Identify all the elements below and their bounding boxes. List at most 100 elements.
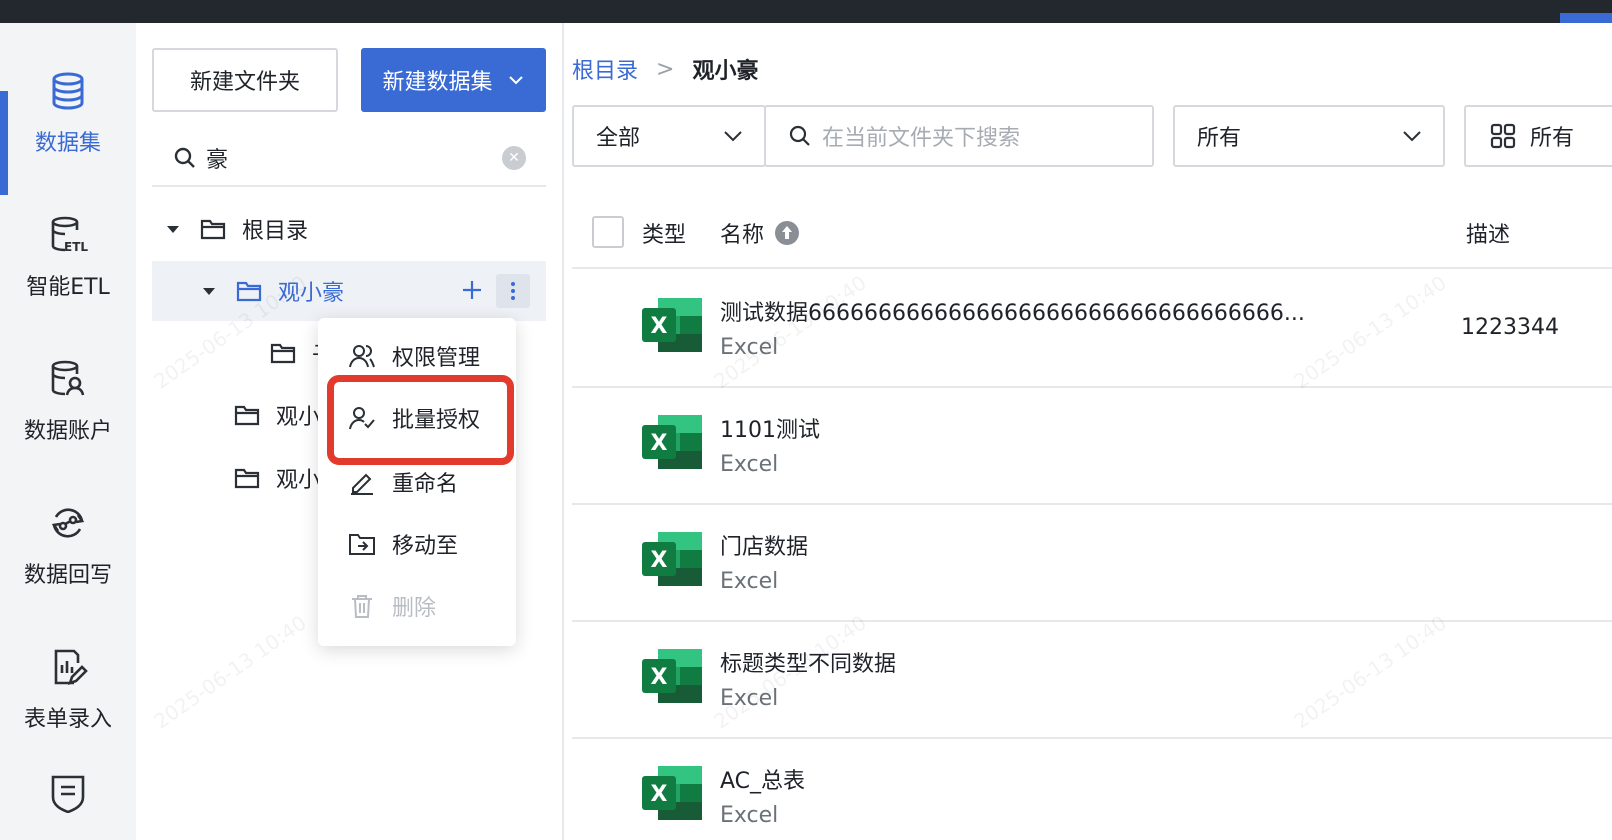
column-header-type[interactable]: 类型 <box>642 217 686 249</box>
dataset-name[interactable]: 门店数据 <box>720 529 1360 561</box>
user-check-icon <box>349 407 375 430</box>
nav-item-label: 数据回写 <box>23 563 112 588</box>
menu-item-label: 删除 <box>392 596 437 621</box>
table-row[interactable]: X AC_总表 Excel <box>572 739 1612 840</box>
tree-search-value: 豪 <box>206 148 229 173</box>
chevron-down-icon <box>508 76 523 85</box>
nav-item-data-account[interactable]: 数据账户 <box>0 341 136 461</box>
tree-search-input[interactable]: 豪 ✕ <box>152 131 546 187</box>
table-row[interactable]: X 测试数据6666666666666666666666666666666666.… <box>572 271 1612 388</box>
excel-file-icon: X <box>642 415 702 469</box>
edit-icon <box>351 473 373 495</box>
excel-file-icon: X <box>642 649 702 703</box>
nav-item-shield[interactable] <box>0 743 136 840</box>
nav-item-etl[interactable]: ETL 智能ETL <box>0 197 136 317</box>
etl-icon: ETL <box>46 213 90 257</box>
dataset-name[interactable]: 1101测试 <box>720 412 1360 444</box>
data-account-icon <box>46 357 90 401</box>
nav-item-datasets[interactable]: 数据集 <box>0 53 136 173</box>
tree-node-selected[interactable]: 观小豪 <box>152 261 546 321</box>
svg-text:X: X <box>651 665 668 690</box>
caret-down-icon[interactable] <box>202 284 216 298</box>
shield-doc-icon <box>46 771 90 815</box>
menu-item-permissions[interactable]: 权限管理 <box>318 326 516 386</box>
search-placeholder: 在当前文件夹下搜索 <box>822 126 1021 151</box>
excel-file-icon: X <box>642 298 702 352</box>
table-row[interactable]: X 门店数据 Excel <box>572 505 1612 622</box>
svg-text:X: X <box>651 314 668 339</box>
excel-file-icon: X <box>642 532 702 586</box>
chevron-down-icon <box>1403 131 1421 142</box>
svg-text:X: X <box>651 431 668 456</box>
menu-item-label: 重命名 <box>392 472 459 497</box>
breadcrumb: 根目录 > 观小豪 <box>572 53 758 85</box>
nav-item-label: 数据集 <box>34 131 101 156</box>
dataset-description: 1223344 <box>1461 315 1559 340</box>
dataset-type: Excel <box>720 452 779 477</box>
table-row[interactable]: X 1101测试 Excel <box>572 388 1612 505</box>
dataset-type: Excel <box>720 335 779 360</box>
folder-icon <box>234 468 260 489</box>
folder-icon <box>270 343 296 364</box>
menu-item-label: 批量授权 <box>392 408 481 433</box>
menu-item-move-to[interactable]: 移动至 <box>318 514 516 574</box>
grid-icon <box>1490 123 1516 149</box>
more-actions-button[interactable] <box>496 274 530 308</box>
nav-item-label: 表单录入 <box>23 707 112 732</box>
left-nav-rail: 数据集 ETL 智能ETL 数据账户 数据回写 表单录入 <box>0 23 136 840</box>
data-writeback-icon <box>46 501 90 545</box>
tree-node-root[interactable]: 根目录 <box>152 199 546 259</box>
chevron-down-icon <box>724 131 742 142</box>
menu-item-label: 移动至 <box>392 534 459 559</box>
column-header-description: 描述 <box>1466 223 1511 248</box>
new-dataset-button[interactable]: 新建数据集 <box>361 48 546 112</box>
main-content: 根目录 > 观小豪 全部 在当前文件夹下搜索 所有 所有 类型 名称 描述 X 测… <box>566 23 1612 840</box>
tree-node-label: 观小 <box>276 405 321 430</box>
add-icon[interactable] <box>460 278 484 302</box>
nav-item-data-writeback[interactable]: 数据回写 <box>0 485 136 605</box>
dataset-type: Excel <box>720 686 779 711</box>
nav-item-label: 数据账户 <box>23 419 112 444</box>
dataset-name[interactable]: 标题类型不同数据 <box>720 646 1360 678</box>
tree-node-label: 观小 <box>276 468 321 493</box>
select-all-checkbox[interactable] <box>592 216 624 248</box>
breadcrumb-current: 观小豪 <box>692 59 759 84</box>
folder-icon <box>236 281 262 302</box>
menu-item-rename[interactable]: 重命名 <box>318 452 516 512</box>
owner-filter-select[interactable]: 所有 <box>1173 105 1445 167</box>
dataset-type: Excel <box>720 569 779 594</box>
nav-item-label: 智能ETL <box>26 275 110 300</box>
clear-search-icon[interactable]: ✕ <box>502 146 526 170</box>
tree-node-label: 根目录 <box>242 219 309 244</box>
nav-item-form-entry[interactable]: 表单录入 <box>0 629 136 749</box>
sort-ascending-icon[interactable] <box>774 220 800 246</box>
type-filter-select[interactable]: 全部 <box>572 105 766 167</box>
menu-item-batch-authorize[interactable]: 批量授权 <box>318 388 516 448</box>
breadcrumb-separator: > <box>656 56 675 82</box>
folder-search-input[interactable]: 在当前文件夹下搜索 <box>764 105 1154 167</box>
database-icon <box>46 69 90 113</box>
move-folder-icon <box>349 534 375 555</box>
svg-text:X: X <box>651 548 668 573</box>
more-vertical-icon <box>511 282 515 300</box>
column-header-name-label: 名称 <box>720 223 765 248</box>
owner-filter-value: 所有 <box>1197 126 1242 151</box>
table-header: 类型 名称 描述 <box>572 199 1612 269</box>
trash-icon <box>352 595 372 618</box>
view-filter-select[interactable]: 所有 <box>1464 105 1612 167</box>
top-bar-accent <box>1560 13 1612 23</box>
new-folder-button[interactable]: 新建文件夹 <box>152 48 338 112</box>
caret-down-icon[interactable] <box>166 222 180 236</box>
column-header-name[interactable]: 名称 <box>720 217 800 249</box>
dataset-name[interactable]: 测试数据6666666666666666666666666666666666..… <box>720 295 1360 327</box>
breadcrumb-root-link[interactable]: 根目录 <box>572 53 638 85</box>
tree-node-label: 观小豪 <box>278 281 345 306</box>
search-icon <box>174 147 195 168</box>
menu-item-delete[interactable]: 删除 <box>318 576 516 636</box>
svg-text:ETL: ETL <box>64 240 88 254</box>
folder-icon <box>200 219 226 240</box>
folder-icon <box>234 405 260 426</box>
table-row[interactable]: X 标题类型不同数据 Excel <box>572 622 1612 739</box>
dataset-name[interactable]: AC_总表 <box>720 763 1360 795</box>
dataset-type: Excel <box>720 803 779 828</box>
